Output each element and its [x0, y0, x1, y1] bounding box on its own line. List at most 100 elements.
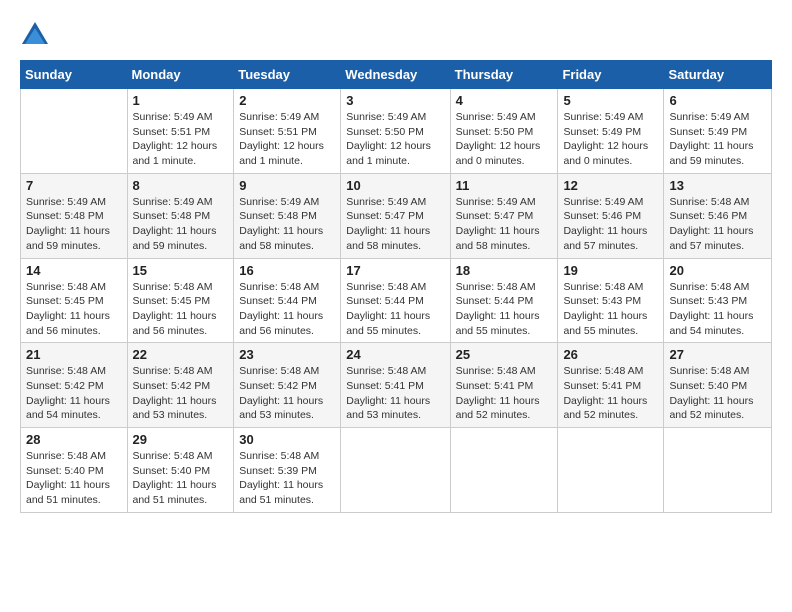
day-detail: Sunrise: 5:48 AM Sunset: 5:45 PM Dayligh… — [133, 280, 229, 339]
day-number: 7 — [26, 178, 122, 193]
day-detail: Sunrise: 5:48 AM Sunset: 5:44 PM Dayligh… — [239, 280, 335, 339]
day-detail: Sunrise: 5:48 AM Sunset: 5:40 PM Dayligh… — [669, 364, 766, 423]
calendar-cell: 20 Sunrise: 5:48 AM Sunset: 5:43 PM Dayli… — [664, 258, 772, 343]
day-number: 6 — [669, 93, 766, 108]
day-detail: Sunrise: 5:49 AM Sunset: 5:47 PM Dayligh… — [456, 195, 553, 254]
calendar-cell: 3 Sunrise: 5:49 AM Sunset: 5:50 PM Daylig… — [341, 89, 450, 174]
calendar-table: SundayMondayTuesdayWednesdayThursdayFrid… — [20, 60, 772, 513]
day-detail: Sunrise: 5:48 AM Sunset: 5:46 PM Dayligh… — [669, 195, 766, 254]
calendar-cell: 8Sunrise: 5:49 AM Sunset: 5:48 PM Daylig… — [127, 173, 234, 258]
calendar-cell: 26Sunrise: 5:48 AM Sunset: 5:41 PM Dayli… — [558, 343, 664, 428]
calendar-cell: 1Sunrise: 5:49 AM Sunset: 5:51 PM Daylig… — [127, 89, 234, 174]
day-detail: Sunrise: 5:49 AM Sunset: 5:49 PM Dayligh… — [669, 110, 766, 169]
calendar-week-5: 28 Sunrise: 5:48 AM Sunset: 5:40 PM Dayli… — [21, 428, 772, 513]
day-detail: Sunrise: 5:48 AM Sunset: 5:42 PM Dayligh… — [133, 364, 229, 423]
day-number: 22 — [133, 347, 229, 362]
day-detail: Sunrise: 5:48 AM Sunset: 5:40 PM Dayligh… — [133, 449, 229, 508]
calendar-cell: 13Sunrise: 5:48 AM Sunset: 5:46 PM Dayli… — [664, 173, 772, 258]
day-number: 5 — [563, 93, 658, 108]
day-number: 14 — [26, 263, 122, 278]
day-number: 18 — [456, 263, 553, 278]
day-detail: Sunrise: 5:49 AM Sunset: 5:48 PM Dayligh… — [133, 195, 229, 254]
calendar-cell: 23 Sunrise: 5:48 AM Sunset: 5:42 PM Dayli… — [234, 343, 341, 428]
calendar-cell: 4 Sunrise: 5:49 AM Sunset: 5:50 PM Daylig… — [450, 89, 558, 174]
day-detail: Sunrise: 5:48 AM Sunset: 5:39 PM Dayligh… — [239, 449, 335, 508]
day-number: 27 — [669, 347, 766, 362]
header-cell-thursday: Thursday — [450, 61, 558, 89]
calendar-cell — [664, 428, 772, 513]
calendar-cell: 14 Sunrise: 5:48 AM Sunset: 5:45 PM Dayli… — [21, 258, 128, 343]
calendar-cell: 10 Sunrise: 5:49 AM Sunset: 5:47 PM Dayli… — [341, 173, 450, 258]
day-number: 17 — [346, 263, 444, 278]
calendar-cell — [450, 428, 558, 513]
day-detail: Sunrise: 5:48 AM Sunset: 5:45 PM Dayligh… — [26, 280, 122, 339]
day-number: 1 — [133, 93, 229, 108]
day-number: 19 — [563, 263, 658, 278]
header-cell-saturday: Saturday — [664, 61, 772, 89]
calendar-week-2: 7 Sunrise: 5:49 AM Sunset: 5:48 PM Daylig… — [21, 173, 772, 258]
day-detail: Sunrise: 5:49 AM Sunset: 5:47 PM Dayligh… — [346, 195, 444, 254]
day-number: 9 — [239, 178, 335, 193]
calendar-week-1: 1 Sunrise: 5:49 AM Sunset: 5:51 PM Daylig… — [21, 89, 772, 174]
calendar-cell: 25 Sunrise: 5:48 AM Sunset: 5:41 PM Dayli… — [450, 343, 558, 428]
day-detail: Sunrise: 5:48 AM Sunset: 5:41 PM Dayligh… — [346, 364, 444, 423]
calendar-cell: 16 Sunrise: 5:48 AM Sunset: 5:44 PM Dayli… — [234, 258, 341, 343]
calendar-cell: 2 Sunrise: 5:49 AM Sunset: 5:51 PM Daylig… — [234, 89, 341, 174]
day-number: 29 — [133, 432, 229, 447]
day-number: 23 — [239, 347, 335, 362]
calendar-cell: 17 Sunrise: 5:48 AM Sunset: 5:44 PM Dayli… — [341, 258, 450, 343]
header-cell-sunday: Sunday — [21, 61, 128, 89]
header-cell-friday: Friday — [558, 61, 664, 89]
day-detail: Sunrise: 5:49 AM Sunset: 5:49 PM Dayligh… — [563, 110, 658, 169]
calendar-body: 1 Sunrise: 5:49 AM Sunset: 5:51 PM Daylig… — [21, 89, 772, 513]
day-number: 3 — [346, 93, 444, 108]
calendar-header: SundayMondayTuesdayWednesdayThursdayFrid… — [21, 61, 772, 89]
calendar-cell: 30 Sunrise: 5:48 AM Sunset: 5:39 PM Dayli… — [234, 428, 341, 513]
day-number: 30 — [239, 432, 335, 447]
day-number: 21 — [26, 347, 122, 362]
day-detail: Sunrise: 5:48 AM Sunset: 5:41 PM Dayligh… — [456, 364, 553, 423]
day-number: 26 — [563, 347, 658, 362]
calendar-cell: 15 Sunrise: 5:48 AM Sunset: 5:45 PM Dayli… — [127, 258, 234, 343]
day-detail: Sunrise: 5:49 AM Sunset: 5:48 PM Dayligh… — [26, 195, 122, 254]
calendar-cell — [21, 89, 128, 174]
day-number: 16 — [239, 263, 335, 278]
day-detail: Sunrise: 5:48 AM Sunset: 5:42 PM Dayligh… — [239, 364, 335, 423]
day-detail: Sunrise: 5:48 AM Sunset: 5:44 PM Dayligh… — [346, 280, 444, 339]
calendar-cell: 21Sunrise: 5:48 AM Sunset: 5:42 PM Dayli… — [21, 343, 128, 428]
calendar-cell: 18Sunrise: 5:48 AM Sunset: 5:44 PM Dayli… — [450, 258, 558, 343]
day-detail: Sunrise: 5:49 AM Sunset: 5:51 PM Dayligh… — [239, 110, 335, 169]
day-detail: Sunrise: 5:49 AM Sunset: 5:46 PM Dayligh… — [563, 195, 658, 254]
calendar-week-4: 21 Sunrise: 5:48 AM Sunset: 5:42 PM Dayli… — [21, 343, 772, 428]
day-number: 12 — [563, 178, 658, 193]
day-detail: Sunrise: 5:49 AM Sunset: 5:48 PM Dayligh… — [239, 195, 335, 254]
day-number: 24 — [346, 347, 444, 362]
calendar-cell: 7 Sunrise: 5:49 AM Sunset: 5:48 PM Daylig… — [21, 173, 128, 258]
day-number: 25 — [456, 347, 553, 362]
calendar-week-3: 14 Sunrise: 5:48 AM Sunset: 5:45 PM Dayli… — [21, 258, 772, 343]
calendar-cell: 6 Sunrise: 5:49 AM Sunset: 5:49 PM Daylig… — [664, 89, 772, 174]
logo — [20, 20, 54, 50]
calendar-cell: 9 Sunrise: 5:49 AM Sunset: 5:48 PM Daylig… — [234, 173, 341, 258]
calendar-cell: 24 Sunrise: 5:48 AM Sunset: 5:41 PM Dayli… — [341, 343, 450, 428]
logo-icon — [20, 20, 50, 50]
calendar-cell — [341, 428, 450, 513]
header-row: SundayMondayTuesdayWednesdayThursdayFrid… — [21, 61, 772, 89]
day-number: 4 — [456, 93, 553, 108]
calendar-cell: 22 Sunrise: 5:48 AM Sunset: 5:42 PM Dayli… — [127, 343, 234, 428]
day-detail: Sunrise: 5:49 AM Sunset: 5:50 PM Dayligh… — [456, 110, 553, 169]
calendar-cell: 11 Sunrise: 5:49 AM Sunset: 5:47 PM Dayli… — [450, 173, 558, 258]
day-number: 15 — [133, 263, 229, 278]
calendar-cell — [558, 428, 664, 513]
header-cell-monday: Monday — [127, 61, 234, 89]
day-number: 11 — [456, 178, 553, 193]
day-number: 10 — [346, 178, 444, 193]
day-detail: Sunrise: 5:48 AM Sunset: 5:43 PM Dayligh… — [669, 280, 766, 339]
day-detail: Sunrise: 5:48 AM Sunset: 5:40 PM Dayligh… — [26, 449, 122, 508]
calendar-cell: 5 Sunrise: 5:49 AM Sunset: 5:49 PM Daylig… — [558, 89, 664, 174]
day-number: 20 — [669, 263, 766, 278]
day-number: 28 — [26, 432, 122, 447]
page-header — [20, 20, 772, 50]
day-number: 2 — [239, 93, 335, 108]
day-detail: Sunrise: 5:49 AM Sunset: 5:50 PM Dayligh… — [346, 110, 444, 169]
